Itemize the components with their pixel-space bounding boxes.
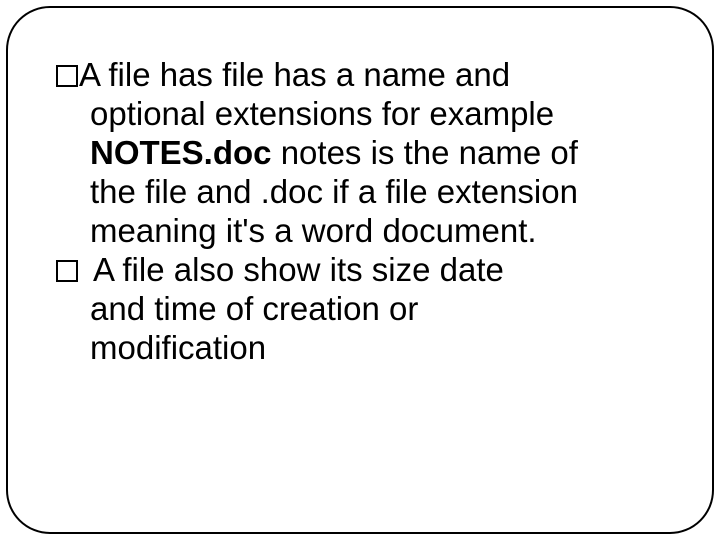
item1-line4: the file and .doc if a file extension bbox=[56, 173, 664, 212]
square-bullet-icon bbox=[56, 260, 78, 282]
bullet-item-1: A file has file has a name and bbox=[56, 56, 664, 95]
square-bullet-icon bbox=[56, 65, 78, 87]
item2-line3: modification bbox=[56, 329, 664, 368]
item2-line2: and time of creation or bbox=[56, 290, 664, 329]
item2-line1: A file also show its size date bbox=[93, 251, 504, 288]
item1-line2: optional extensions for example bbox=[56, 95, 664, 134]
item1-line1: A file has file has a name and bbox=[79, 56, 510, 93]
item1-line5: meaning it's a word document. bbox=[56, 212, 664, 251]
bullet-item-2: A file also show its size date bbox=[56, 251, 664, 290]
item1-line3: NOTES.doc notes is the name of bbox=[56, 134, 664, 173]
item1-bold: NOTES.doc bbox=[90, 134, 272, 171]
item1-line3b: notes is the name of bbox=[272, 134, 578, 171]
slide-content: A file has file has a name and optional … bbox=[56, 56, 664, 368]
slide-frame: A file has file has a name and optional … bbox=[6, 6, 714, 534]
